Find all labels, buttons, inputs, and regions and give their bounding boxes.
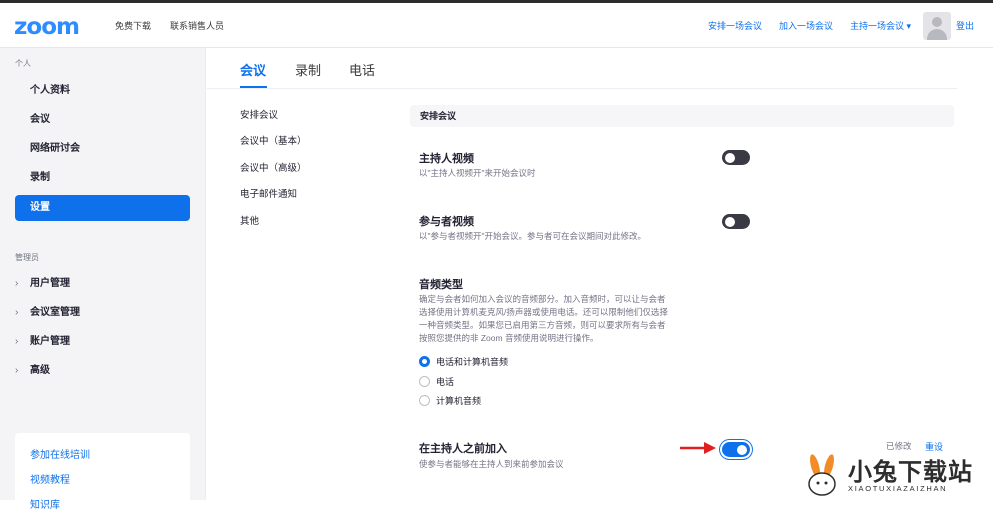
tab-telephone[interactable]: 电话	[349, 60, 375, 79]
host-meeting-dropdown[interactable]: 主持一场会议 ▾	[850, 19, 911, 32]
settings-main: 会议 录制 电话 安排会议 会议中（基本） 会议中（高级） 电子邮件通知 其他 …	[207, 48, 993, 500]
personal-section-title: 个人	[15, 59, 31, 68]
admin-section-title: 管理员	[15, 253, 39, 262]
sidebar-item-advanced[interactable]: › 高级	[15, 361, 50, 381]
sidebar-item-label: 账户管理	[30, 336, 70, 347]
sidebar-item-account-management[interactable]: › 账户管理	[15, 332, 70, 352]
sidebar: 个人 个人资料 会议 网络研讨会 录制 设置 管理员 › 用户管理 › 会议室管理 …	[0, 48, 206, 513]
contact-sales-link[interactable]: 联系销售人员	[170, 19, 224, 32]
subnav-schedule-meeting[interactable]: 安排会议	[240, 107, 278, 121]
rabbit-logo-icon	[808, 454, 836, 496]
sidebar-item-profile[interactable]: 个人资料	[15, 78, 190, 104]
tabs-divider	[207, 88, 957, 89]
participant-video-toggle[interactable]	[722, 214, 750, 229]
sidebar-item-room-management[interactable]: › 会议室管理	[15, 303, 80, 323]
avatar[interactable]	[923, 12, 951, 40]
radio-label: 计算机音频	[436, 396, 482, 406]
tab-meeting[interactable]: 会议	[240, 60, 266, 79]
tab-recording[interactable]: 录制	[295, 60, 321, 79]
download-link[interactable]: 免费下载	[115, 19, 151, 32]
subnav-email-notifications[interactable]: 电子邮件通知	[240, 186, 297, 200]
subnav-in-meeting-advanced[interactable]: 会议中（高级）	[240, 160, 307, 174]
chevron-right-icon: ›	[15, 278, 19, 289]
join-before-host-title: 在主持人之前加入	[419, 443, 507, 455]
sign-out-link[interactable]: 登出	[956, 19, 974, 32]
toggle-knob	[737, 444, 747, 455]
sidebar-item-user-management[interactable]: › 用户管理	[15, 274, 70, 294]
audio-type-title: 音频类型	[419, 279, 463, 291]
avatar-head-shape	[932, 17, 942, 27]
participant-video-desc: 以"参与者视频开"开始会议。参与者可在会议期间对此修改。	[419, 231, 647, 241]
chevron-right-icon: ›	[15, 307, 19, 318]
radio-telephone-and-computer-audio[interactable]: 电话和计算机音频	[419, 355, 508, 369]
radio-label: 电话	[436, 377, 455, 387]
sidebar-item-settings[interactable]: 设置	[15, 195, 190, 221]
sidebar-item-recordings[interactable]: 录制	[15, 165, 190, 191]
audio-type-desc-line: 选择使用计算机麦克风/扬声器或使用电话。还可以限制他们仅选择	[419, 307, 668, 317]
host-video-title: 主持人视频	[419, 153, 474, 165]
chevron-right-icon: ›	[15, 365, 19, 376]
radio-unchecked-icon	[419, 376, 430, 388]
host-video-desc: 以"主持人视频开"来开始会议时	[419, 168, 536, 178]
host-video-toggle[interactable]	[722, 150, 750, 165]
toggle-knob	[725, 152, 735, 163]
audio-type-desc-line: 按照您提供的非 Zoom 音频使用说明进行操作。	[419, 333, 599, 343]
watermark-subtitle: XIAOTUXIAZAIZHAN	[848, 484, 948, 493]
audio-type-desc-line: 确定与会者如何加入会议的音频部分。加入音频时，可以让与会者	[419, 294, 666, 304]
help-box: 参加在线培训 视频教程 知识库	[15, 433, 190, 513]
site-header: zoom 免费下载 联系销售人员 安排一场会议 加入一场会议 主持一场会议 ▾ …	[0, 3, 993, 48]
sidebar-item-label: 会议室管理	[30, 307, 80, 318]
toggle-knob	[725, 216, 735, 227]
join-before-host-toggle[interactable]	[722, 442, 750, 457]
subnav-in-meeting-basic[interactable]: 会议中（基本）	[240, 133, 307, 147]
join-before-host-desc: 使参与者能够在主持人到来前参加会议	[419, 459, 564, 469]
radio-telephone[interactable]: 电话	[419, 375, 454, 389]
subnav-other[interactable]: 其他	[240, 213, 259, 227]
red-arrow-annotation-icon	[680, 442, 716, 454]
radio-label: 电话和计算机音频	[436, 357, 509, 367]
watermark: 小兔下载站 XIAOTUXIAZAIZHAN	[795, 448, 993, 500]
radio-unchecked-icon	[419, 395, 430, 407]
join-meeting-link[interactable]: 加入一场会议	[779, 19, 833, 32]
schedule-meeting-group-header: 安排会议	[410, 105, 954, 127]
sidebar-item-webinars[interactable]: 网络研讨会	[15, 136, 190, 162]
sidebar-item-meetings[interactable]: 会议	[15, 107, 190, 133]
participant-video-title: 参与者视频	[419, 216, 474, 228]
radio-checked-icon	[419, 356, 430, 368]
sidebar-item-label: 用户管理	[30, 278, 70, 289]
schedule-meeting-link[interactable]: 安排一场会议	[708, 19, 762, 32]
radio-computer-audio[interactable]: 计算机音频	[419, 394, 481, 408]
avatar-body-shape	[927, 29, 947, 40]
watermark-title: 小兔下载站	[848, 458, 973, 486]
training-link[interactable]: 参加在线培训	[30, 446, 90, 461]
audio-type-desc-line: 一种音频类型。如果您已启用第三方音频，则可以要求所有与会者	[419, 320, 666, 330]
chevron-right-icon: ›	[15, 336, 19, 347]
video-tutorials-link[interactable]: 视频教程	[30, 471, 70, 486]
knowledge-base-link[interactable]: 知识库	[30, 496, 60, 511]
zoom-logo[interactable]: zoom	[14, 14, 80, 40]
sidebar-item-label: 高级	[30, 365, 50, 376]
